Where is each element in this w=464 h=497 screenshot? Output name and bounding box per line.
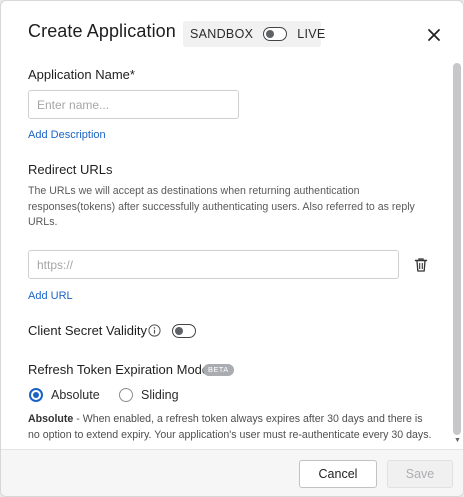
dialog-body[interactable]: Application Name* Add Description Redire… [1,63,449,449]
dialog-header: Create Application SANDBOX LIVE [1,1,463,63]
dialog-title: Create Application [28,21,176,41]
radio-sliding[interactable]: Sliding [119,386,179,404]
radio-sliding-label: Sliding [141,388,179,402]
environment-switch[interactable] [263,27,288,41]
add-url-link[interactable]: Add URL [28,290,73,302]
client-secret-validity-switch[interactable] [172,324,196,338]
environment-toggle[interactable]: SANDBOX LIVE [183,21,325,47]
refresh-token-mode-label: Refresh Token Expiration Mode [28,362,210,377]
create-application-dialog: Create Application SANDBOX LIVE Applicat… [0,0,464,497]
dialog-footer: Cancel Save [1,449,463,496]
redirect-url-input[interactable] [28,250,399,279]
scrollbar-thumb[interactable] [453,63,461,435]
radio-absolute[interactable]: Absolute [29,386,100,404]
redirect-urls-label: Redirect URLs [28,162,113,177]
sandbox-label: SANDBOX [190,27,254,41]
scrollbar[interactable]: ▼ [451,63,463,449]
application-name-label: Application Name* [28,67,135,82]
info-icon[interactable] [148,324,161,337]
close-button[interactable] [424,25,444,45]
add-description-link[interactable]: Add Description [28,129,106,141]
live-label: LIVE [297,27,326,41]
redirect-urls-help: The URLs we will accept as destinations … [28,185,415,228]
refresh-mode-description: Absolute - When enabled, a refresh token… [28,412,433,443]
delete-url-button[interactable] [414,257,428,273]
trash-icon [414,258,428,272]
application-name-input[interactable] [28,90,239,119]
refresh-mode-description-body: - When enabled, a refresh token always e… [28,413,432,441]
radio-absolute-label: Absolute [51,388,100,402]
beta-badge: BETA [203,364,234,376]
cancel-button[interactable]: Cancel [299,460,377,488]
close-icon [428,29,440,41]
save-button[interactable]: Save [387,460,453,488]
scroll-down-arrow-icon[interactable]: ▼ [454,437,461,444]
client-secret-validity-label: Client Secret Validity [28,323,147,338]
radio-sliding-indicator[interactable] [119,388,133,402]
refresh-mode-description-title: Absolute [28,413,74,425]
radio-absolute-indicator[interactable] [29,388,43,402]
